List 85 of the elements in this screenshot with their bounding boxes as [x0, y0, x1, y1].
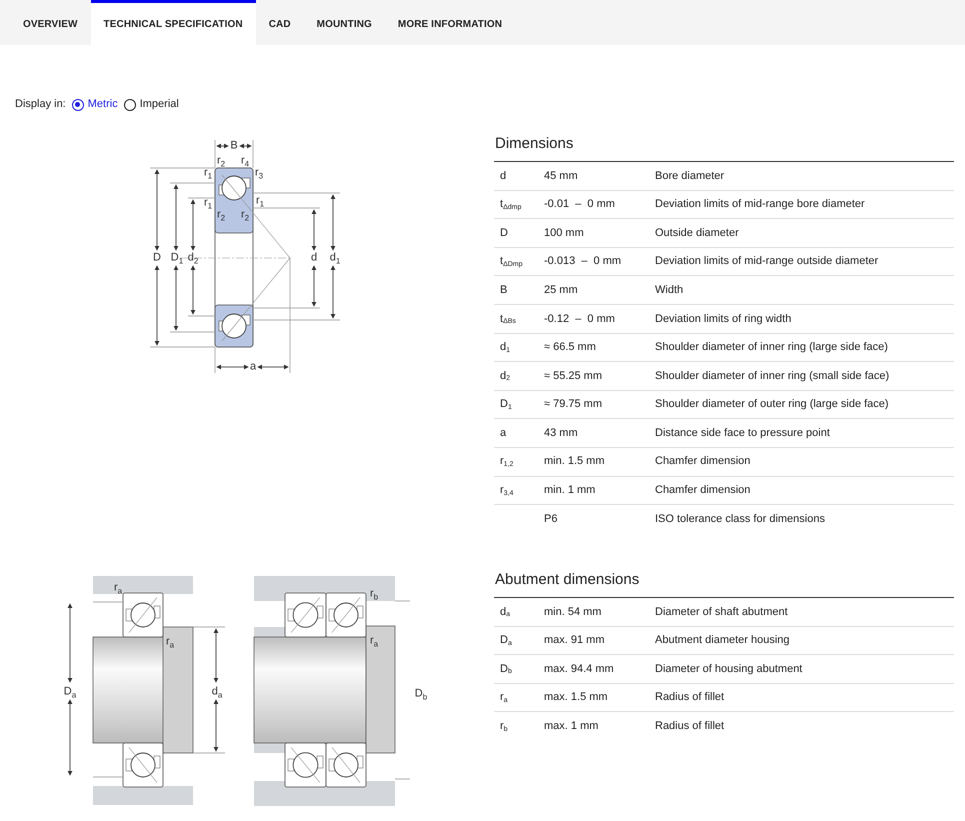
dimension-label: d: [310, 252, 318, 264]
dimension-label: r$_{a}$: [370, 636, 378, 646]
description-cell-text: Chamfer dimension: [655, 483, 752, 498]
symbol-cell-text: t$_{Δdmp}$: [499, 197, 522, 213]
symbol-cell-text: D: [499, 226, 509, 241]
description-cell-text: Diameter of shaft abutment: [655, 604, 789, 620]
description-cell-text: Shoulder diameter of inner ring (small side face): [655, 368, 890, 384]
value-cell-text: max. 1.5 mm: [544, 690, 609, 706]
value-cell-text: min. 54 mm: [544, 604, 602, 620]
description-cell-text: Radius of fillet: [655, 690, 726, 706]
value-cell-text: max. 1 mm: [544, 719, 600, 734]
description-cell-text: Shoulder diameter of inner ring (large side face): [655, 340, 889, 356]
description-cell-text: Deviation limits of mid-range bore diameter: [655, 197, 866, 212]
value-cell-text: ≈ 55.25 mm: [544, 368, 604, 384]
symbol-cell-text: a: [499, 426, 508, 441]
tab[interactable]: TECHNICAL SPECIFICATION: [90, 0, 256, 45]
symbol-cell-text: t$_{ΔBs}$: [499, 312, 517, 328]
symbol-cell-text: r$_{3,4}$: [499, 483, 514, 499]
value-cell-text: max. 94.4 mm: [544, 662, 615, 677]
symbol-cell-text: B: [499, 282, 508, 298]
description-cell-text: Radius of fillet: [655, 719, 726, 734]
description-cell-text: ISO tolerance class for dimensions: [655, 512, 826, 528]
description-cell-text: Chamfer dimension: [655, 454, 752, 470]
tab[interactable]: OVERVIEW: [10, 0, 91, 45]
dimension-label: r$_{a}$: [166, 636, 174, 648]
value-cell-text: -0.01 – 0 mm: [544, 197, 616, 212]
description-cell-text: Width: [655, 282, 684, 298]
display-label: Display in:: [15, 97, 66, 112]
unit-radio[interactable]: Metric: [72, 96, 118, 113]
description-cell-text: Diameter of housing abutment: [655, 662, 804, 677]
value-cell-text: 25 mm: [544, 282, 579, 298]
dimension-label: D$_{1}$: [170, 252, 184, 264]
value-cell-text: P6: [544, 512, 558, 528]
symbol-cell-text: D$_{b}$: [499, 662, 513, 678]
section-heading: Abutment dimensions: [494, 571, 954, 598]
symbol-cell-text: r$_{a}$: [499, 690, 509, 706]
symbol-cell-text: t$_{ΔDmp}$: [499, 254, 524, 270]
description-cell-text: Distance side face to pressure point: [655, 426, 831, 441]
tab[interactable]: MORE INFORMATION: [384, 0, 516, 45]
dimension-label: r$_{4}$: [240, 156, 250, 166]
symbol-cell-text: d$_{2}$: [499, 368, 512, 384]
value-cell-text: 43 mm: [544, 426, 579, 441]
description-cell-text: Deviation limits of mid-range outside diameter: [655, 254, 880, 270]
value-cell-text: max. 91 mm: [544, 633, 606, 648]
symbol-cell-text: D$_{a}$: [499, 633, 513, 649]
dimension-label: r$_{2}$: [216, 156, 226, 166]
section-heading: Dimensions: [494, 135, 954, 162]
description-cell-text: Abutment diameter housing: [655, 633, 791, 648]
symbol-cell-text: r$_{1,2}$: [499, 454, 514, 470]
dimension-label: r$_{3}$: [254, 168, 264, 178]
description-cell-text: Deviation limits of ring width: [655, 312, 792, 327]
description-cell-text: Bore diameter: [655, 168, 726, 184]
tab[interactable]: MOUNTING: [304, 0, 385, 45]
value-cell-text: ≈ 66.5 mm: [544, 340, 597, 356]
description-cell-text: Outside diameter: [655, 226, 740, 241]
value-cell-text: -0.013 – 0 mm: [544, 254, 622, 270]
dimension-label: d$_{2}$: [188, 252, 198, 264]
tab[interactable]: CAD: [256, 0, 304, 45]
unit-radio[interactable]: Imperial: [124, 96, 179, 113]
symbol-cell-text: d$_{a}$: [499, 604, 512, 620]
dimension-label: a: [250, 362, 256, 372]
value-cell-text: 100 mm: [544, 226, 585, 241]
description-cell-text: Shoulder diameter of outer ring (large side face): [655, 397, 890, 412]
symbol-cell-text: d$_{1}$: [499, 340, 512, 356]
dimension-label: r$_{1}$: [256, 196, 264, 206]
dimension-label: r$_{2}$: [216, 210, 226, 220]
value-cell-text: ≈ 79.75 mm: [544, 397, 604, 412]
value-cell-text: min. 1 mm: [544, 483, 596, 498]
dimension-label: r$_{1}$: [204, 198, 212, 208]
dimension-label: D: [153, 252, 161, 264]
dimension-label: D$_{a}$: [64, 686, 76, 698]
dimension-label: d$_{1}$: [330, 252, 340, 264]
dimension-label: d$_{a}$: [212, 686, 222, 698]
symbol-cell-text: d: [499, 168, 508, 184]
dimension-label: D$_{b}$: [414, 688, 428, 700]
dimension-label: B: [230, 140, 238, 152]
value-cell-text: min. 1.5 mm: [544, 454, 606, 470]
value-cell-text: -0.12 – 0 mm: [544, 312, 616, 327]
dimension-label: r$_{2}$: [240, 210, 250, 220]
dimension-label: r$_{a}$: [114, 582, 122, 594]
symbol-cell-text: r$_{b}$: [499, 719, 509, 735]
dimension-label: r$_{1}$: [204, 168, 212, 178]
dimension-label: r$_{b}$: [370, 588, 378, 600]
value-cell-text: 45 mm: [544, 168, 579, 184]
symbol-cell-text: D$_{1}$: [499, 397, 513, 413]
